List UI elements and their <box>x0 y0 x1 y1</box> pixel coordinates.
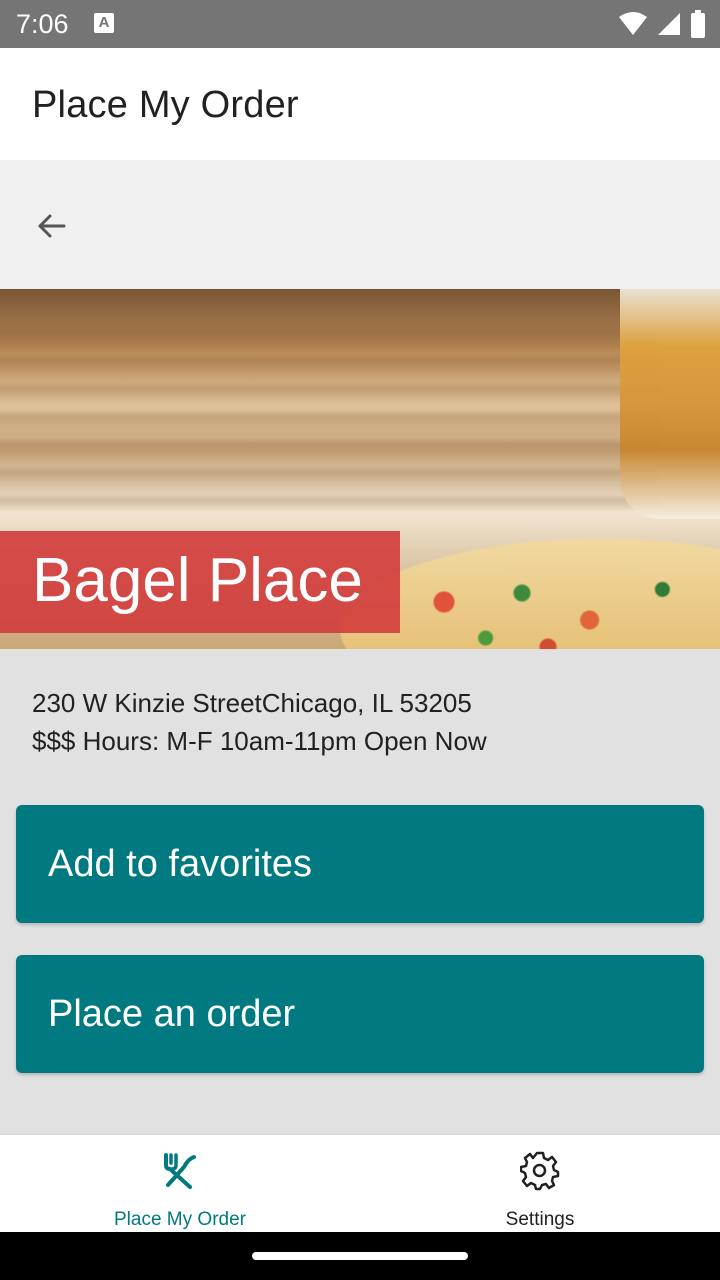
bottom-nav-label: Settings <box>505 1209 575 1230</box>
bottom-nav-place-my-order[interactable]: Place My Order <box>0 1135 360 1233</box>
restaurant-hours: $$$ Hours: M-F 10am-11pm Open Now <box>32 726 487 756</box>
signal-icon <box>658 13 680 35</box>
status-icons <box>618 10 706 38</box>
status-time: 7:06 <box>16 9 69 39</box>
battery-icon <box>691 10 705 38</box>
wifi-icon <box>619 12 647 35</box>
notification-icon: A <box>94 13 114 33</box>
place-order-label: Place an order <box>48 993 296 1035</box>
bottom-nav-settings[interactable]: Settings <box>360 1135 720 1233</box>
restaurant-name: Bagel Place <box>32 546 363 615</box>
hero-beer-glass <box>620 289 720 519</box>
add-to-favorites-label: Add to favorites <box>48 843 313 885</box>
navigation-bar <box>0 160 720 289</box>
add-to-favorites-button[interactable]: Add to favorites <box>16 805 704 923</box>
restaurant-hero-image: Bagel Place <box>0 289 720 649</box>
utensils-icon <box>164 1153 196 1189</box>
place-order-button[interactable]: Place an order <box>16 955 704 1073</box>
app-title: Place My Order <box>32 84 299 126</box>
arrow-left-icon <box>38 214 66 238</box>
back-button[interactable] <box>28 206 76 246</box>
system-gesture-bar <box>0 1232 720 1280</box>
home-gesture-handle[interactable] <box>252 1252 468 1260</box>
bottom-navigation: Place My Order Settings <box>0 1134 720 1233</box>
hero-table-texture <box>0 329 660 509</box>
restaurant-details: 230 W Kinzie StreetChicago, IL 53205 $$$… <box>32 684 487 760</box>
bottom-nav-label: Place My Order <box>114 1209 246 1230</box>
restaurant-address: 230 W Kinzie StreetChicago, IL 53205 <box>32 688 472 718</box>
status-bar: 7:06 A <box>0 0 720 48</box>
gear-icon <box>520 1151 560 1191</box>
app-bar: Place My Order <box>0 48 720 160</box>
